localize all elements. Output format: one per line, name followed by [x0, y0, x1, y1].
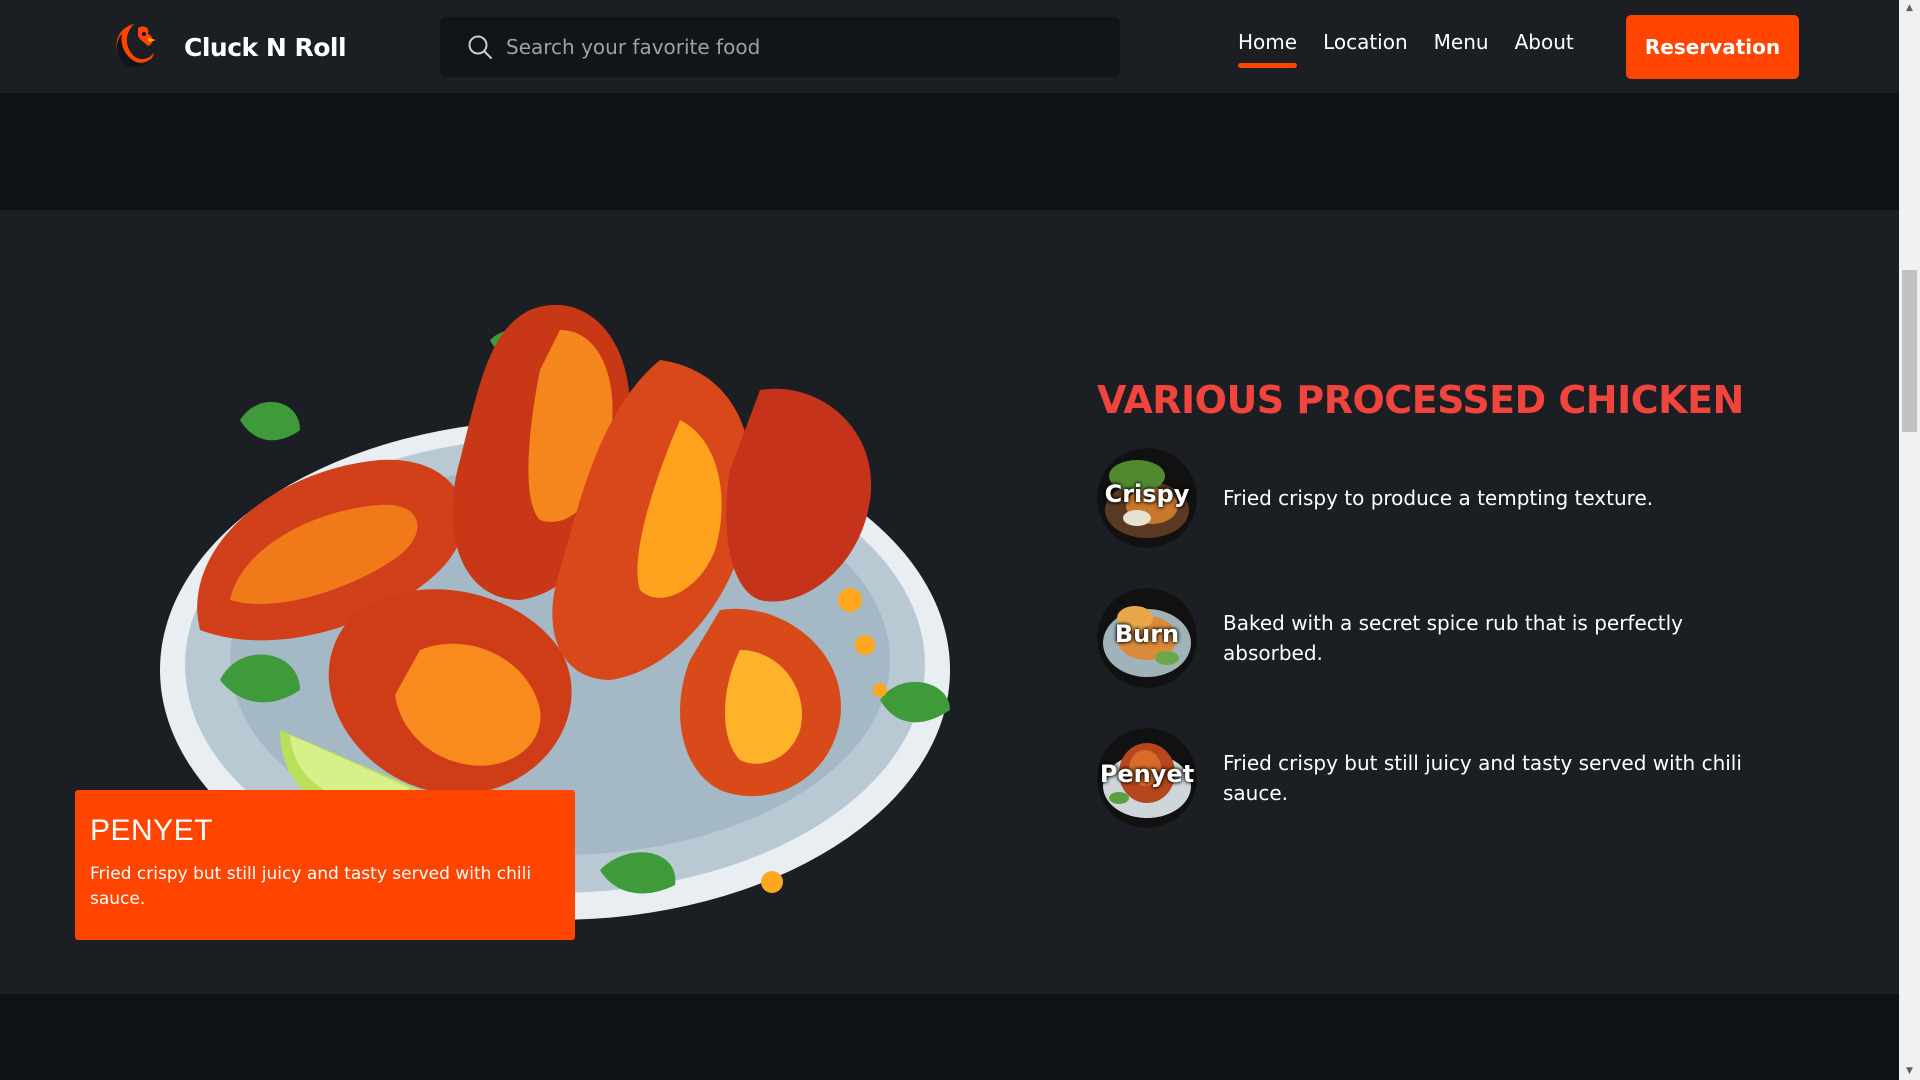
search-icon[interactable] [466, 33, 494, 61]
processed-chicken-section: PENYET Fried crispy but still juicy and … [0, 210, 1899, 994]
scroll-up-arrow-icon[interactable]: ▲ [1899, 0, 1920, 17]
burn-thumbnail[interactable]: Burn [1097, 588, 1197, 688]
search-input[interactable] [506, 35, 1066, 59]
nav-home[interactable]: Home [1238, 30, 1298, 68]
crispy-description: Fried crispy to produce a tempting textu… [1223, 486, 1654, 510]
reservation-button[interactable]: Reservation [1626, 15, 1799, 79]
rooster-logo-icon[interactable] [102, 14, 168, 80]
burn-description: Baked with a secret spice rub that is pe… [1223, 611, 1683, 665]
crispy-label: Crispy [1104, 480, 1190, 508]
bottom-section-strip [0, 994, 1899, 1080]
promo-description: Fried crispy but still juicy and tasty s… [90, 864, 532, 909]
nav-location[interactable]: Location [1323, 30, 1408, 62]
page-scrollbar[interactable]: ▲ ▼ [1899, 0, 1920, 1080]
penyet-thumbnail[interactable]: Penyet [1097, 728, 1197, 828]
brand[interactable]: Cluck N Roll [102, 14, 347, 80]
list-item[interactable]: Crispy Fried crispy to produce a temptin… [1097, 448, 1797, 548]
chicken-variant-list: Crispy Fried crispy to produce a temptin… [1097, 448, 1797, 868]
brand-name[interactable]: Cluck N Roll [184, 33, 347, 62]
nav-menu[interactable]: Menu [1434, 30, 1489, 62]
penyet-label: Penyet [1099, 760, 1195, 788]
section-title: VARIOUS PROCESSED CHICKEN [1097, 378, 1744, 422]
promo-title: PENYET [90, 814, 214, 847]
list-item[interactable]: Penyet Fried crispy but still juicy and … [1097, 728, 1797, 828]
main-nav: Home Location Menu About [1238, 30, 1574, 68]
list-item[interactable]: Burn Baked with a secret spice rub that … [1097, 588, 1797, 688]
scroll-down-arrow-icon[interactable]: ▼ [1899, 1063, 1920, 1080]
promo-card[interactable]: PENYET Fried crispy but still juicy and … [75, 790, 575, 940]
crispy-thumbnail[interactable]: Crispy [1097, 448, 1197, 548]
nav-about[interactable]: About [1515, 30, 1574, 62]
search-bar[interactable] [440, 17, 1120, 77]
burn-label: Burn [1114, 620, 1180, 648]
penyet-description: Fried crispy but still juicy and tasty s… [1223, 751, 1742, 805]
top-section-strip [0, 95, 1899, 210]
site-header: Cluck N Roll Home Location Menu About Re… [0, 0, 1899, 94]
scrollbar-thumb[interactable] [1902, 270, 1917, 432]
